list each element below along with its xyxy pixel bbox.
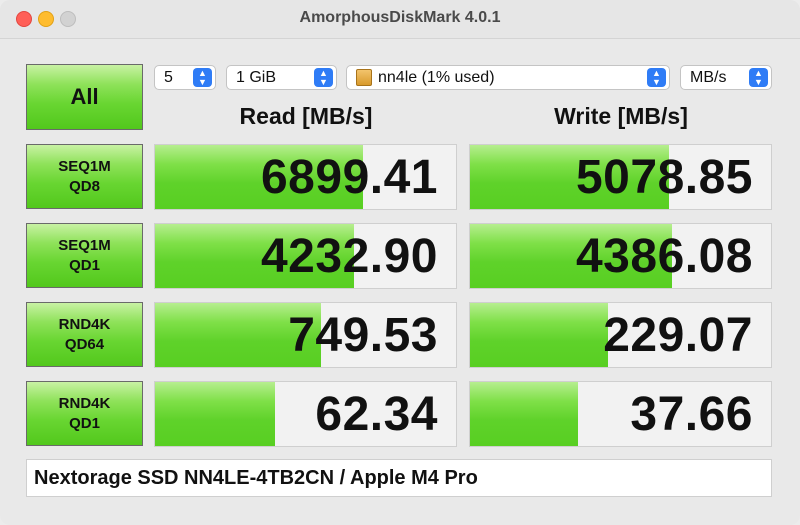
- chevron-updown-icon: ▲ ▼: [749, 68, 768, 87]
- test-queue: QD64: [64, 335, 105, 353]
- test-queue: QD1: [69, 256, 100, 274]
- run-seq1m-qd8-button[interactable]: SEQ1M QD8: [26, 144, 143, 209]
- write-result-rnd4k-qd1: 37.66: [469, 381, 772, 447]
- window-title: AmorphousDiskMark 4.0.1: [299, 9, 501, 26]
- unit-select[interactable]: MB/s ▲ ▼: [680, 65, 772, 90]
- chevron-updown-icon: ▲ ▼: [314, 68, 333, 87]
- write-result-seq1m-qd8: 5078.85: [469, 144, 772, 210]
- read-result-rnd4k-qd64: 749.53: [154, 302, 457, 368]
- test-count-value: 5: [164, 68, 173, 86]
- test-name: RND4K: [58, 315, 111, 333]
- test-queue: QD8: [69, 177, 100, 195]
- title-bar: AmorphousDiskMark 4.0.1: [0, 0, 800, 39]
- write-result-seq1m-qd1: 4386.08: [469, 223, 772, 289]
- run-seq1m-qd1-button[interactable]: SEQ1M QD1: [26, 223, 143, 288]
- test-name: SEQ1M: [58, 157, 111, 175]
- chevron-updown-icon: ▲ ▼: [193, 68, 212, 87]
- read-bar: [155, 382, 276, 446]
- test-name: SEQ1M: [58, 236, 111, 254]
- drive-value: nn4le (1% used): [378, 68, 495, 86]
- device-info-field[interactable]: Nextorage SSD NN4LE-4TB2CN / Apple M4 Pr…: [26, 459, 772, 497]
- write-column-header: Write [MB/s]: [554, 103, 688, 129]
- read-result-rnd4k-qd1: 62.34: [154, 381, 457, 447]
- write-bar: [470, 382, 579, 446]
- test-queue: QD1: [69, 414, 100, 432]
- chevron-updown-icon: ▲ ▼: [647, 68, 666, 87]
- write-bar: [470, 303, 609, 367]
- read-value: 4232.90: [260, 229, 438, 283]
- read-value: 6899.41: [260, 150, 438, 204]
- run-rnd4k-qd64-button[interactable]: RND4K QD64: [26, 302, 143, 367]
- write-result-rnd4k-qd64: 229.07: [469, 302, 772, 368]
- run-all-button[interactable]: All: [26, 64, 143, 130]
- read-column-header: Read [MB/s]: [239, 103, 373, 129]
- read-result-seq1m-qd1: 4232.90: [154, 223, 457, 289]
- test-size-value: 1 GiB: [236, 68, 277, 86]
- write-value: 4386.08: [575, 229, 753, 283]
- write-value: 5078.85: [575, 150, 753, 204]
- read-result-seq1m-qd8: 6899.41: [154, 144, 457, 210]
- test-name: RND4K: [58, 394, 111, 412]
- drive-icon: [356, 69, 372, 86]
- app-window: AmorphousDiskMark 4.0.1 All 5 ▲ ▼ 1 GiB ▲…: [0, 0, 800, 525]
- write-value: 37.66: [630, 387, 753, 441]
- drive-select[interactable]: nn4le (1% used) ▲ ▼: [346, 65, 670, 90]
- read-value: 749.53: [288, 308, 438, 362]
- read-value: 62.34: [315, 387, 438, 441]
- test-count-select[interactable]: 5 ▲ ▼: [154, 65, 216, 90]
- run-rnd4k-qd1-button[interactable]: RND4K QD1: [26, 381, 143, 446]
- write-value: 229.07: [603, 308, 753, 362]
- test-size-select[interactable]: 1 GiB ▲ ▼: [226, 65, 337, 90]
- unit-value: MB/s: [690, 68, 727, 86]
